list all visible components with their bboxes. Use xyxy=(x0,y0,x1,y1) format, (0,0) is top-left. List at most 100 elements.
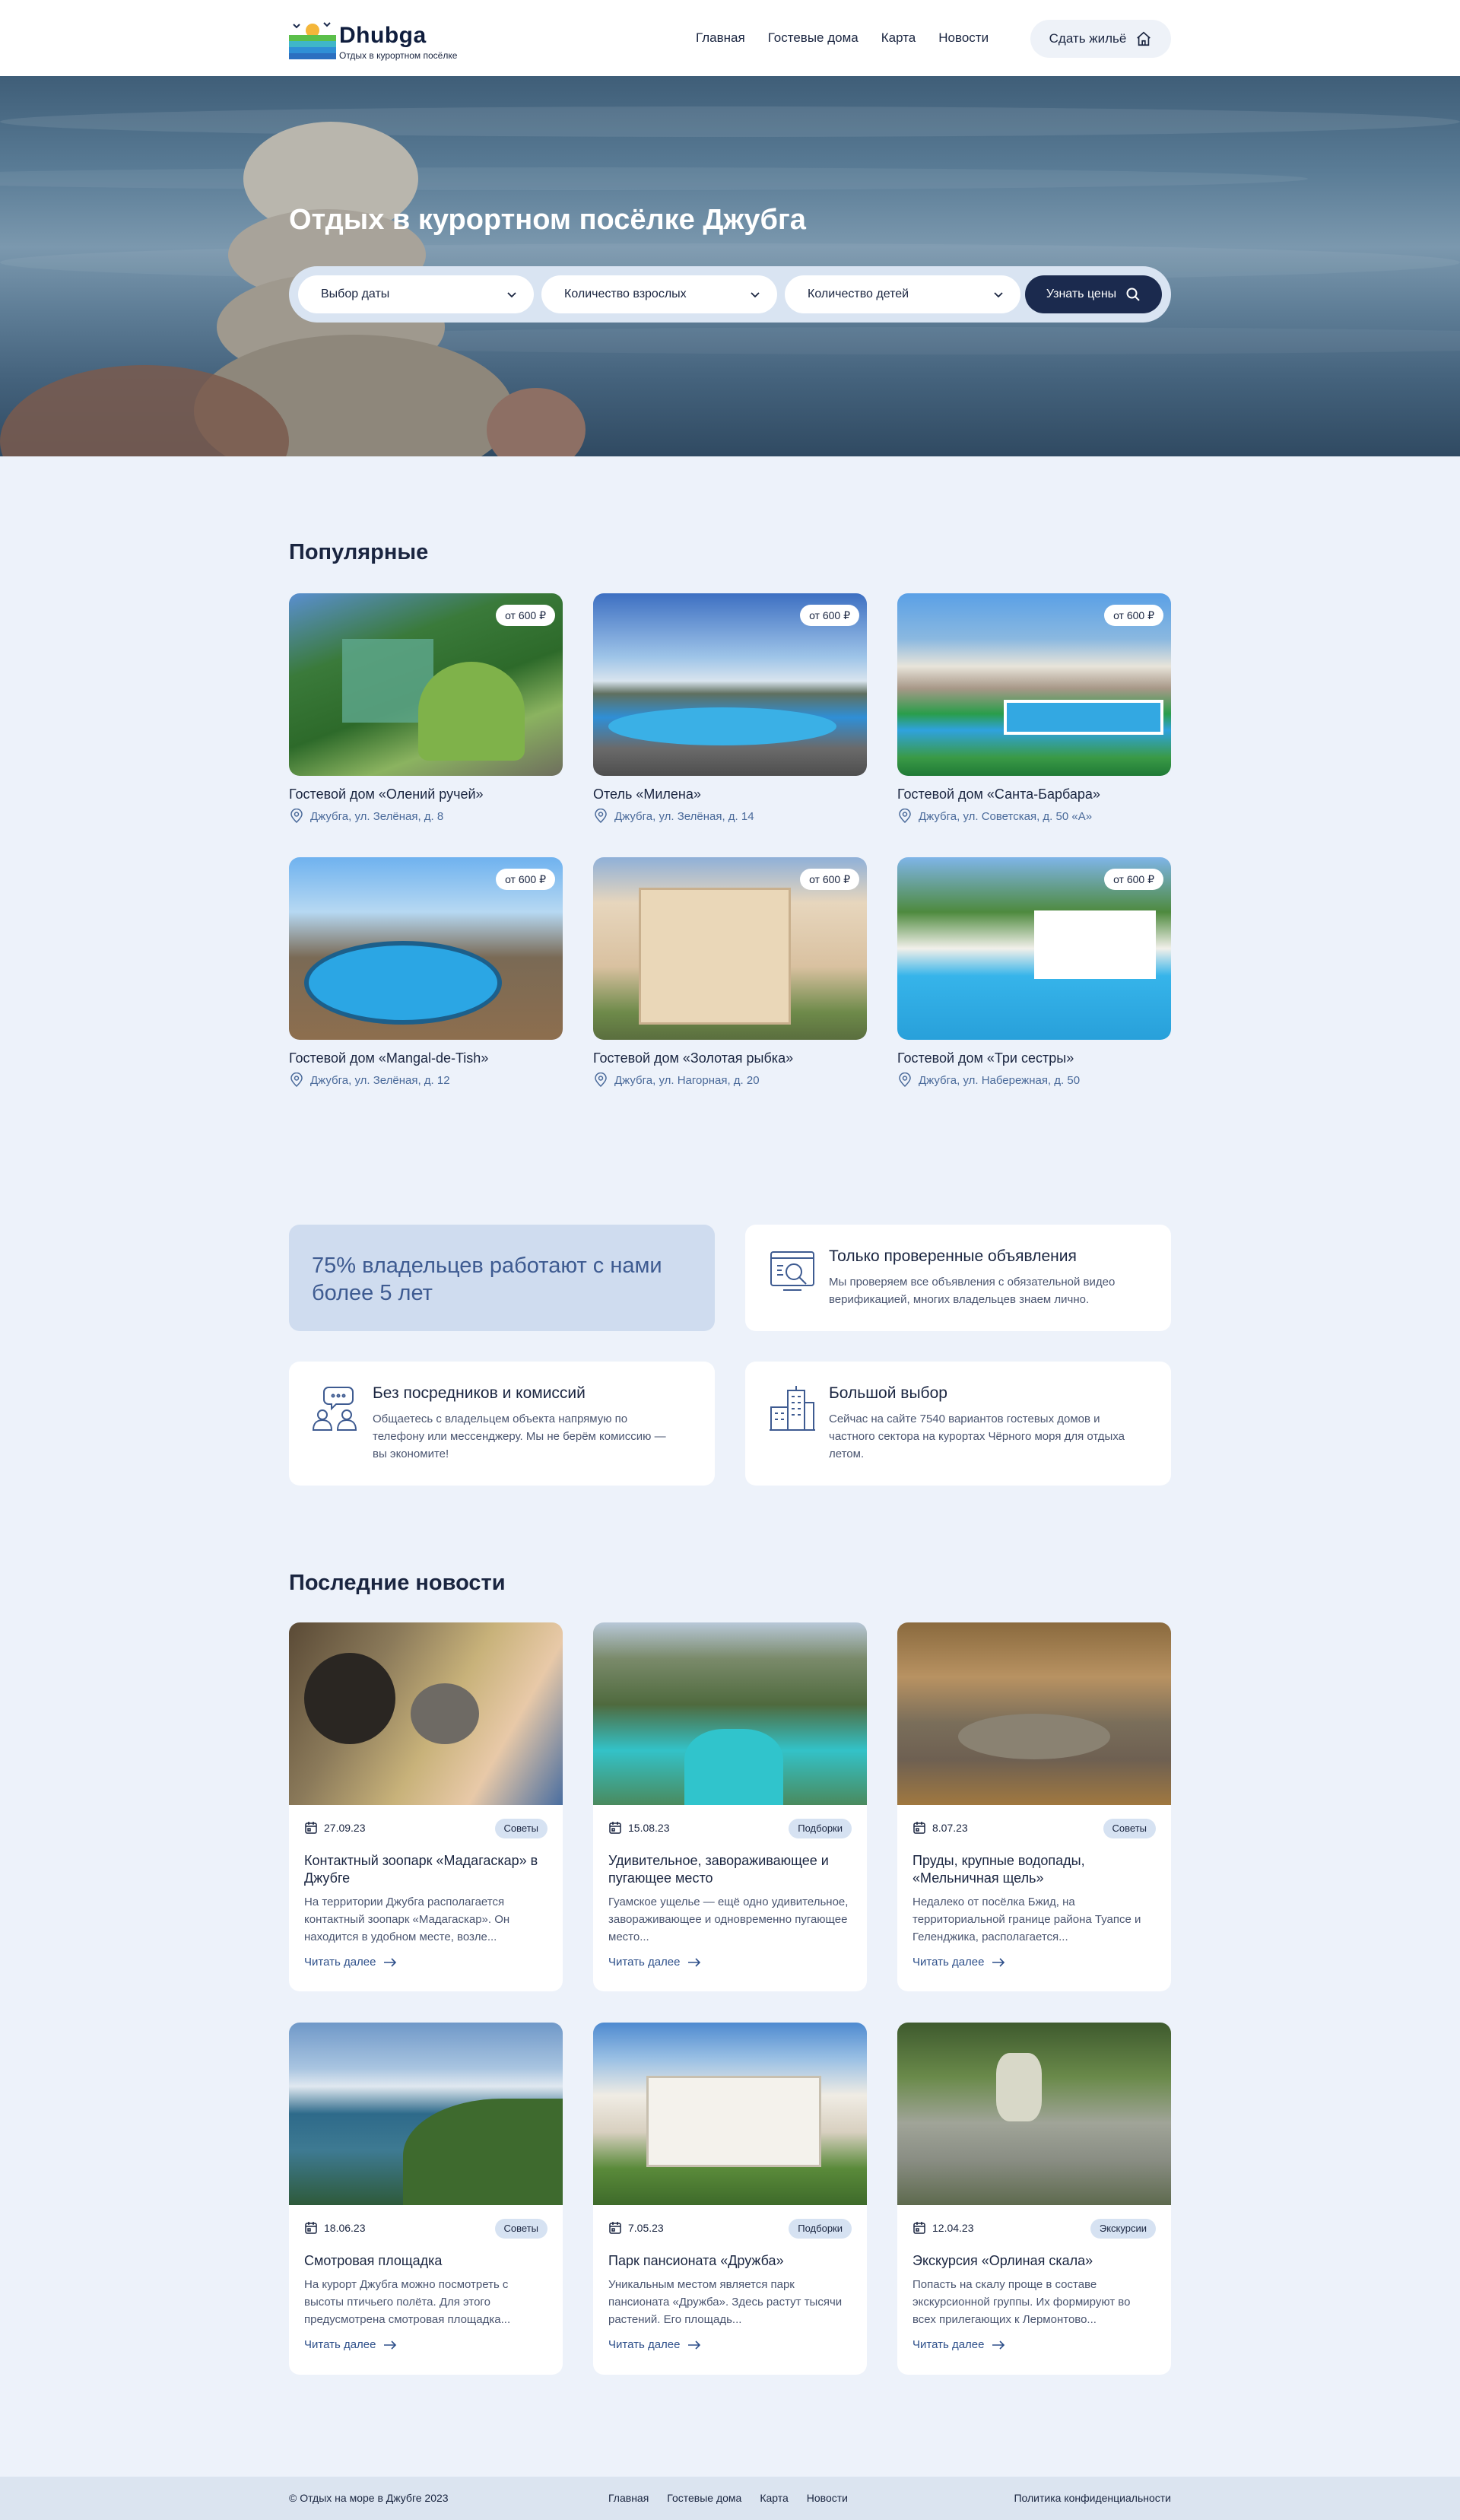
property-image: от 600 ₽ xyxy=(897,593,1171,776)
check-prices-button[interactable]: Узнать цены xyxy=(1025,275,1162,313)
feature-card-no-intermediaries: Без посредников и комиссий Общаетесь с в… xyxy=(289,1362,715,1486)
news-card[interactable]: 18.06.23 Советы Смотровая площадка На ку… xyxy=(289,2023,563,2375)
read-more-label: Читать далее xyxy=(304,1956,376,1969)
news-title: Пруды, крупные водопады, «Мельничная щел… xyxy=(912,1853,1085,1886)
news-date-text: 27.09.23 xyxy=(324,1822,366,1834)
rent-out-button[interactable]: Сдать жильё xyxy=(1030,20,1171,58)
location-pin-icon xyxy=(595,809,607,824)
property-name: Гостевой дом «Золотая рыбка» xyxy=(593,1050,794,1066)
price-badge: от 600 ₽ xyxy=(800,869,859,890)
read-more-label: Читать далее xyxy=(608,1956,681,1969)
search-document-icon xyxy=(770,1251,814,1291)
location-pin-icon xyxy=(290,809,303,824)
read-more-label: Читать далее xyxy=(304,2338,376,2351)
news-tag[interactable]: Советы xyxy=(494,1819,548,1838)
read-more-link[interactable]: Читать далее xyxy=(304,2338,397,2351)
footer-nav-home[interactable]: Главная xyxy=(608,2492,649,2504)
main-nav: Главная Гостевые дома Карта Новости xyxy=(696,30,989,49)
news-meta: 18.06.23 Советы xyxy=(304,2219,548,2239)
feature-card-verified: Только проверенные объявления Мы проверя… xyxy=(745,1225,1171,1331)
calendar-icon xyxy=(609,1822,621,1834)
news-image xyxy=(593,1622,867,1805)
news-date-text: 18.06.23 xyxy=(324,2222,366,2234)
news-date: 18.06.23 xyxy=(304,2221,366,2235)
property-address-text: Джубга, ул. Зелёная, д. 12 xyxy=(310,1073,450,1087)
privacy-policy-link[interactable]: Политика конфиденциальности xyxy=(1014,2492,1171,2504)
footer-nav-guesthouses[interactable]: Гостевые дома xyxy=(667,2492,741,2504)
news-card[interactable]: 15.08.23 Подборки Удивительное, заворажи… xyxy=(593,1622,867,1991)
footer-nav-news[interactable]: Новости xyxy=(807,2492,848,2504)
news-card[interactable]: 7.05.23 Подборки Парк пансионата «Дружба… xyxy=(593,2023,867,2375)
news-tag[interactable]: Подборки xyxy=(789,2219,852,2239)
news-tag[interactable]: Советы xyxy=(494,2219,548,2239)
nav-item-home[interactable]: Главная xyxy=(696,30,745,49)
logo-subtitle: Отдых в курортном посёлке xyxy=(339,50,458,61)
news-meta: 27.09.23 Советы xyxy=(304,1819,548,1838)
footer-nav: Главная Гостевые дома Карта Новости xyxy=(608,2492,848,2504)
property-card[interactable]: от 600 ₽ Гостевой дом «Три сестры» Джубг… xyxy=(897,857,1171,1101)
news-card[interactable]: 12.04.23 Экскурсии Экскурсия «Орлиная ск… xyxy=(897,2023,1171,2375)
news-section-title: Последние новости xyxy=(289,1571,506,1595)
arrow-right-icon xyxy=(992,1957,1005,1967)
news-excerpt: На курорт Джубга можно посмотреть с высо… xyxy=(304,2278,511,2326)
news-tag[interactable]: Подборки xyxy=(789,1819,852,1838)
news-tag[interactable]: Советы xyxy=(1103,1819,1156,1838)
read-more-link[interactable]: Читать далее xyxy=(608,1956,701,1969)
date-select[interactable]: Выбор даты xyxy=(298,275,534,313)
property-address-text: Джубга, ул. Зелёная, д. 8 xyxy=(310,809,444,823)
footer-copyright: © Отдых на море в Джубге 2023 xyxy=(289,2492,449,2504)
property-card[interactable]: от 600 ₽ Гостевой дом «Олений ручей» Джу… xyxy=(289,593,563,837)
buildings-icon xyxy=(770,1386,815,1431)
footer-nav-map[interactable]: Карта xyxy=(760,2492,788,2504)
adults-select[interactable]: Количество взрослых xyxy=(541,275,777,313)
search-bar: Выбор даты Количество взрослых Количеств… xyxy=(289,266,1171,323)
property-address-text: Джубга, ул. Советская, д. 50 «А» xyxy=(919,809,1093,823)
news-date: 15.08.23 xyxy=(608,1821,670,1835)
property-name: Гостевой дом «Санта-Барбара» xyxy=(897,787,1100,802)
news-date: 8.07.23 xyxy=(912,1821,968,1835)
news-tag[interactable]: Экскурсии xyxy=(1090,2219,1156,2239)
news-date-text: 12.04.23 xyxy=(932,2222,974,2234)
news-excerpt: Недалеко от посёлка Бжид, на территориал… xyxy=(912,1896,1141,1943)
check-prices-label: Узнать цены xyxy=(1046,288,1117,300)
nav-item-news[interactable]: Новости xyxy=(938,30,989,49)
read-more-label: Читать далее xyxy=(608,2338,681,2351)
property-card[interactable]: от 600 ₽ Гостевой дом «Mangal-de-Tish» Д… xyxy=(289,857,563,1101)
read-more-link[interactable]: Читать далее xyxy=(912,1956,1005,1969)
location-pin-icon xyxy=(595,1073,607,1088)
feature-text: Сейчас на сайте 7540 вариантов гостевых … xyxy=(829,1413,1125,1460)
arrow-right-icon xyxy=(992,2340,1005,2350)
news-title: Экскурсия «Орлиная скала» xyxy=(912,2253,1093,2268)
property-card[interactable]: от 600 ₽ Гостевой дом «Санта-Барбара» Дж… xyxy=(897,593,1171,837)
calendar-icon xyxy=(305,1822,317,1834)
search-icon xyxy=(1126,288,1140,301)
news-image xyxy=(593,2023,867,2205)
news-card[interactable]: 27.09.23 Советы Контактный зоопарк «Мада… xyxy=(289,1622,563,1991)
arrow-right-icon xyxy=(384,1957,397,1967)
price-badge: от 600 ₽ xyxy=(800,605,859,626)
property-card[interactable]: от 600 ₽ Гостевой дом «Золотая рыбка» Дж… xyxy=(593,857,867,1101)
news-date: 27.09.23 xyxy=(304,1821,366,1835)
news-date-text: 8.07.23 xyxy=(932,1822,968,1834)
nav-item-guesthouses[interactable]: Гостевые дома xyxy=(768,30,859,49)
logo[interactable]: Dhubga Отдых в курортном посёлке xyxy=(289,17,487,62)
news-date: 7.05.23 xyxy=(608,2221,664,2235)
children-select[interactable]: Количество детей xyxy=(785,275,1020,313)
read-more-link[interactable]: Читать далее xyxy=(304,1956,397,1969)
location-pin-icon xyxy=(899,809,911,824)
property-name: Гостевой дом «Три сестры» xyxy=(897,1050,1074,1066)
read-more-link[interactable]: Читать далее xyxy=(912,2338,1005,2351)
news-card[interactable]: 8.07.23 Советы Пруды, крупные водопады, … xyxy=(897,1622,1171,1991)
property-card[interactable]: от 600 ₽ Отель «Милена» Джубга, ул. Зелё… xyxy=(593,593,867,837)
property-image: от 600 ₽ xyxy=(593,593,867,776)
news-image xyxy=(289,2023,563,2205)
calendar-icon xyxy=(609,2222,621,2234)
property-image: от 600 ₽ xyxy=(289,593,563,776)
read-more-link[interactable]: Читать далее xyxy=(608,2338,701,2351)
news-title: Смотровая площадка xyxy=(304,2253,443,2268)
feature-title: Только проверенные объявления xyxy=(829,1247,1077,1265)
owners-stat-card: 75% владельцев работают с нами более 5 л… xyxy=(289,1225,715,1331)
property-address: Джубга, ул. Зелёная, д. 12 xyxy=(289,1073,450,1088)
nav-item-map[interactable]: Карта xyxy=(881,30,916,49)
chevron-down-icon xyxy=(994,292,1003,298)
